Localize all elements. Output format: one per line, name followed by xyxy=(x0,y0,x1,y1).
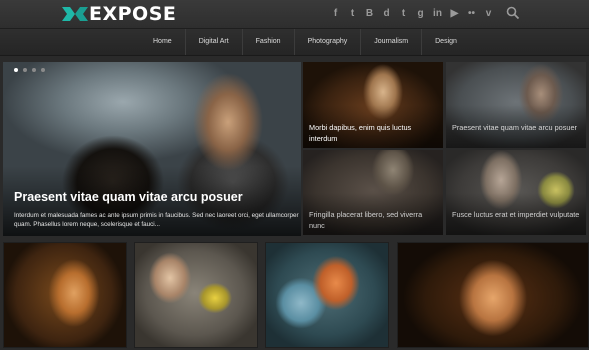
twitter-icon[interactable]: t xyxy=(347,8,358,19)
gallery-thumbnail[interactable] xyxy=(265,242,389,348)
search-icon xyxy=(506,6,520,20)
logo-text: EXPOSE xyxy=(89,3,177,25)
tile-caption[interactable]: Praesent vitae quam vitae arcu posuer xyxy=(452,122,582,133)
slider-dot[interactable] xyxy=(14,68,18,72)
site-logo[interactable]: EXPOSE xyxy=(62,3,176,25)
slider-dots xyxy=(14,68,45,72)
slider-dot[interactable] xyxy=(23,68,27,72)
featured-tile[interactable]: Morbi dapibus, enim quis luctus interdum xyxy=(303,62,443,148)
linkedin-icon[interactable]: in xyxy=(432,8,443,19)
featured-tile[interactable]: Fringilla placerat libero, sed viverra n… xyxy=(303,150,443,235)
gallery-thumbnail[interactable] xyxy=(134,242,258,348)
nav-item-home[interactable]: Home xyxy=(140,29,186,55)
social-links: f t B d t g in ▶ •• v xyxy=(330,8,494,19)
featured-tile[interactable]: Praesent vitae quam vitae arcu posuer xyxy=(446,62,586,148)
search-button[interactable] xyxy=(506,6,520,25)
tile-caption[interactable]: Fringilla placerat libero, sed viverra n… xyxy=(309,209,439,231)
slider-excerpt: Interdum et malesuada fames ac ante ipsu… xyxy=(14,212,299,228)
googleplus-icon[interactable]: g xyxy=(415,8,426,19)
main-navigation: Home Digital Art Fashion Photography Jou… xyxy=(0,28,589,56)
blogger-icon[interactable]: B xyxy=(364,8,375,19)
slider-title[interactable]: Praesent vitae quam vitae arcu posuer xyxy=(14,190,243,204)
gallery-thumbnail[interactable] xyxy=(3,242,127,348)
featured-slider[interactable]: Praesent vitae quam vitae arcu posuer In… xyxy=(3,62,301,236)
nav-item-digital-art[interactable]: Digital Art xyxy=(186,29,243,55)
logo-mark-icon xyxy=(62,7,88,21)
tumblr-icon[interactable]: t xyxy=(398,8,409,19)
tile-caption[interactable]: Fusce luctus erat et imperdiet vulputate xyxy=(452,209,582,220)
featured-tile[interactable]: Fusce luctus erat et imperdiet vulputate xyxy=(446,150,586,235)
top-bar: EXPOSE f t B d t g in ▶ •• v xyxy=(0,0,589,28)
vimeo-icon[interactable]: v xyxy=(483,8,494,19)
nav-menu: Home Digital Art Fashion Photography Jou… xyxy=(140,29,470,55)
nav-item-fashion[interactable]: Fashion xyxy=(243,29,295,55)
digg-icon[interactable]: d xyxy=(381,8,392,19)
slider-dot[interactable] xyxy=(32,68,36,72)
nav-item-photography[interactable]: Photography xyxy=(295,29,362,55)
flickr-icon[interactable]: •• xyxy=(466,8,477,19)
facebook-icon[interactable]: f xyxy=(330,8,341,19)
tile-caption[interactable]: Morbi dapibus, enim quis luctus interdum xyxy=(309,122,439,144)
youtube-icon[interactable]: ▶ xyxy=(449,8,460,19)
slider-dot[interactable] xyxy=(41,68,45,72)
nav-item-journalism[interactable]: Journalism xyxy=(361,29,423,55)
gallery-thumbnail[interactable] xyxy=(397,242,589,348)
nav-item-design[interactable]: Design xyxy=(422,29,470,55)
